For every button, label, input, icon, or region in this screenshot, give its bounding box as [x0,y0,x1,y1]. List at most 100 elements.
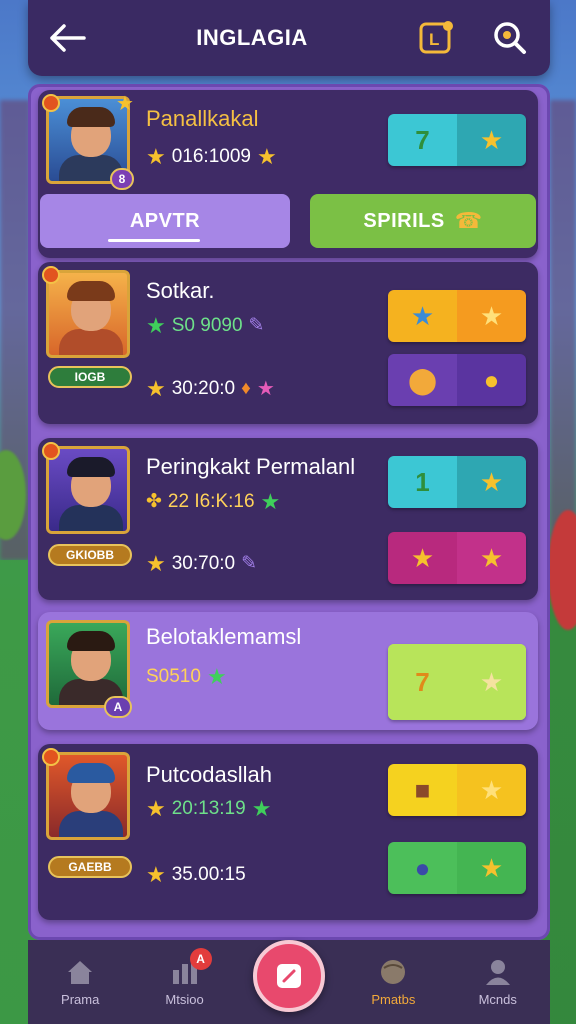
blue-star-icon: ★ [388,290,457,342]
fire-icon: ♦ [241,377,251,399]
rank-badge-icon [42,442,60,460]
coin-icon: ● [457,354,526,406]
nav-label: Mcnds [478,991,517,1007]
league-badge-button[interactable]: L [416,18,456,58]
nav-item-home[interactable]: Prama [35,958,125,1007]
star-icon: ★ [146,375,166,401]
profile-icon [485,959,510,985]
reward-pill[interactable]: ● ★ [388,842,526,894]
green-star-icon: ★ [146,312,166,338]
shield-icon: ⬤ [388,354,457,406]
player-card[interactable]: GAEBB Putcodasllah ★ 20:13:19 ★ ★ 35.00:… [38,744,538,920]
player-avatar [46,446,130,534]
score-pill[interactable]: ★ ★ [388,290,526,342]
score-star-icon: ★ [457,644,526,720]
score-value: 7 [388,644,457,720]
tab-apvtr-label: APVTR [129,209,201,232]
nav-label: Prama [61,991,100,1007]
player-name: Belotaklemamsl [146,624,302,649]
back-button[interactable] [48,18,88,58]
player-avatar [46,752,130,840]
star-icon: ★ [146,550,166,576]
pencil-icon: ✎ [248,315,265,336]
nav-item-profile[interactable]: Mcnds [453,958,543,1007]
star-icon: ★ [457,532,526,584]
star-icon: ★ [457,842,526,894]
tab-spirils-label: SPIRILS [363,209,445,232]
player-stat-2-value: 30:20:0 [171,377,236,399]
player-stat-2-value: 35.00:15 [171,864,246,885]
green-star-icon: ★ [251,796,272,821]
star-icon: ★ [256,144,277,169]
star-icon: ★ [388,532,457,584]
score-pill[interactable]: 7 ★ [388,644,526,720]
stadium-stand-right [550,100,576,560]
score-pill[interactable]: 1 ★ [388,456,526,508]
score-star-icon: ★ [457,764,526,816]
score-value: 1 [388,456,457,508]
edit-fab-button[interactable] [252,940,325,1012]
player-stat-value: 016:1009 [171,146,251,167]
notification-badge: A [189,947,212,970]
score-pill[interactable]: ■ ★ [388,764,526,816]
player-stat-2: ★ 30:70:0 ✎ [146,552,257,575]
player-name: Putcodasllah [146,762,272,787]
player-stat-1-value: S0510 [146,666,201,687]
edit-icon [276,964,301,988]
score-star-icon: ★ [457,114,526,166]
tab-underline [108,239,200,242]
tab-apvtr[interactable]: APVTR [40,194,290,248]
score-pill[interactable]: 7 ★ [388,114,526,166]
star-icon: ★ [146,796,166,821]
nav-item-matches[interactable]: Pmatbs [348,958,438,1007]
player-badge: IOGB [48,366,132,388]
green-star-icon: ★ [206,664,227,689]
search-icon [494,22,526,54]
nav-label: Mtsioo [165,991,204,1007]
phone-icon: ☎ [454,208,483,233]
score-star-icon: ★ [457,456,526,508]
reward-pill[interactable]: ★ ★ [388,532,526,584]
player-stat-1: ✤ 22 I6:K:16 ★ [146,490,280,513]
level-badge: 8 [110,168,134,190]
nav-item-stats[interactable]: Mtsioo A [140,947,230,1007]
player-avatar [46,620,130,708]
league-badge-icon: L [419,21,453,54]
nav-label: Pmatbs [371,991,416,1007]
player-stat-2: ★ 35.00:15 [146,864,246,886]
leaderboard-panel: ★ 8 Panallkakal ★ 016:1009 ★ 7 ★ APVTR S… [28,84,550,940]
player-stat-1-value: S0 9090 [171,314,243,336]
search-button[interactable] [490,18,530,58]
reward-pill[interactable]: ⬤ ● [388,354,526,406]
player-card[interactable]: A Belotaklemamsl S0510 ★ 7 ★ [38,612,538,730]
player-card[interactable]: IOGB Sotkar. ★ S0 9090 ✎ ★ 30:20:0 ♦ ★ ★… [38,262,538,424]
rank-badge-icon [42,266,60,284]
star-icon: ★ [146,144,166,169]
green-star-icon: ★ [260,488,281,514]
player-badge: GKIOBB [48,544,132,566]
favorite-star-icon: ★ [116,93,134,115]
player-stat-2: ★ 30:20:0 ♦ ★ [146,376,275,401]
player-name: Panallkakal [146,106,259,131]
pink-star-icon: ★ [256,378,275,400]
player-stat: ★ 016:1009 ★ [146,146,277,168]
rank-badge-icon [42,94,60,112]
back-arrow-icon [50,24,86,52]
player-name: Sotkar. [146,278,215,303]
league-badge-letter: L [429,30,439,49]
player-badge: A [104,696,132,718]
player-avatar [46,270,130,358]
rank-badge-icon [42,748,60,766]
tab-spirils[interactable]: SPIRILS ☎ [310,194,536,248]
score-value: 7 [388,114,457,166]
bottom-nav: Prama Mtsioo A Pmatbs Mcnds [28,940,550,1024]
player-badge: GAEBB [48,856,132,878]
player-stat-2-value: 30:70:0 [171,552,236,574]
bag-icon: ■ [388,764,457,816]
star-icon: ★ [146,862,166,887]
player-stat-1: S0510 ★ [146,666,227,688]
home-icon [68,960,93,984]
ball-icon: ● [388,842,457,894]
player-card[interactable]: GKIOBB Peringkakt Permalanl ✤ 22 I6:K:16… [38,438,538,600]
page-title: INGLAGIA [196,25,308,50]
